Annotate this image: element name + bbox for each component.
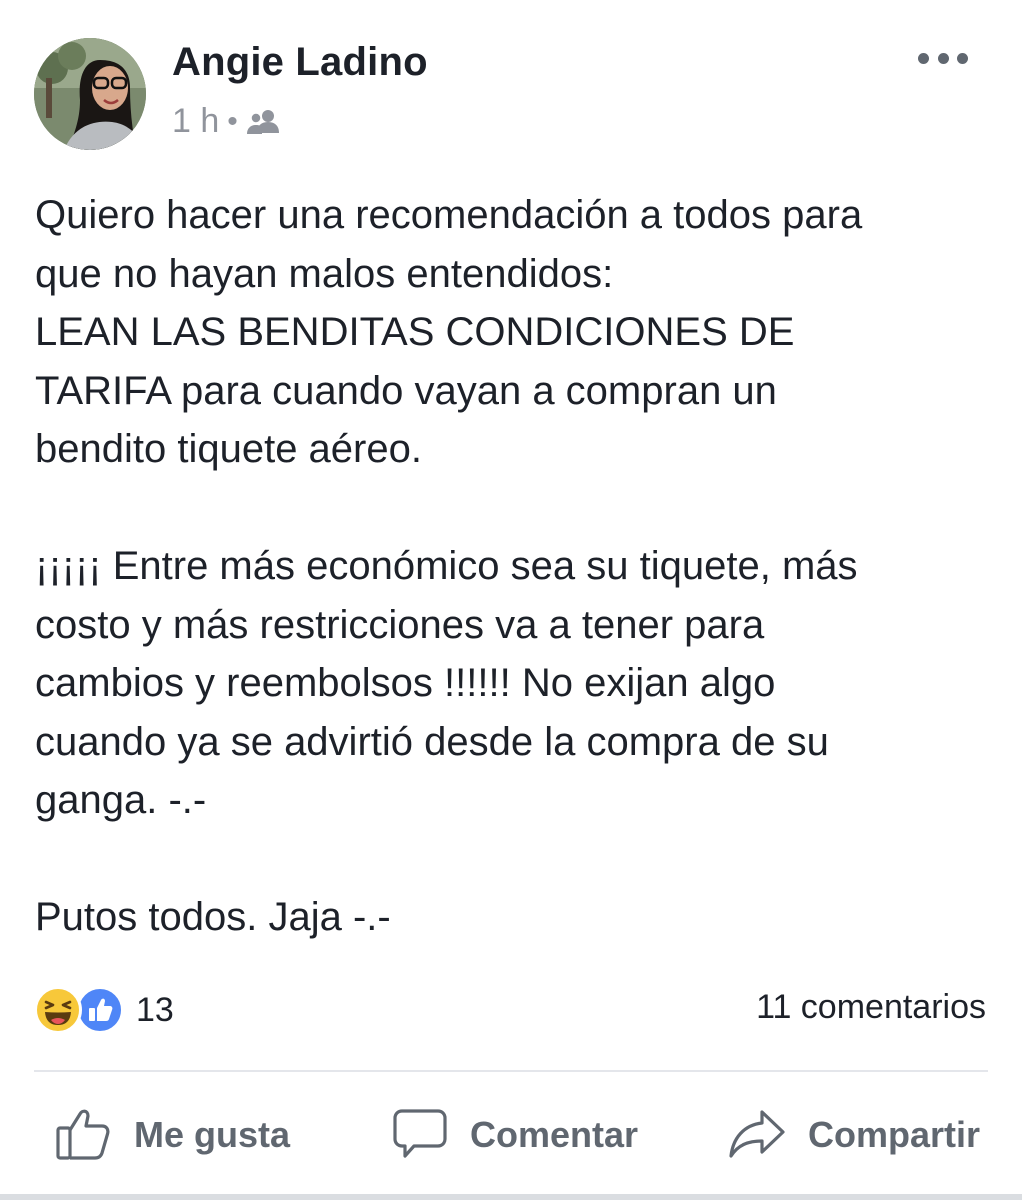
- post-paragraph: Quiero hacer una recomendación a todos p…: [35, 193, 863, 471]
- meta-separator: •: [227, 104, 238, 138]
- more-options-icon[interactable]: [918, 44, 968, 72]
- reactions-summary[interactable]: 13: [34, 986, 174, 1034]
- share-label: Compartir: [808, 1114, 981, 1155]
- reaction-count: 13: [136, 990, 174, 1029]
- author-name[interactable]: Angie Ladino: [172, 40, 428, 85]
- post-card: Angie Ladino 1 h • Quiero hacer una reco…: [0, 0, 1022, 1200]
- card-bottom-border: [0, 1194, 1022, 1200]
- thumbs-up-icon: [54, 1104, 112, 1167]
- friends-icon[interactable]: [244, 107, 284, 137]
- post-paragraph: ¡¡¡¡¡ Entre más económico sea su tiquete…: [35, 544, 858, 822]
- author-avatar[interactable]: [34, 38, 146, 150]
- comment-label: Comentar: [470, 1114, 639, 1155]
- more-dot: [957, 52, 968, 64]
- like-label: Me gusta: [134, 1114, 291, 1155]
- like-button[interactable]: Me gusta: [54, 1100, 290, 1170]
- post-meta: 1 h •: [172, 102, 284, 141]
- share-arrow-icon: [728, 1104, 786, 1167]
- more-dot: [937, 52, 949, 64]
- more-dot: [918, 52, 929, 64]
- post-timestamp[interactable]: 1 h: [172, 102, 219, 141]
- like-reaction-icon: [76, 986, 124, 1034]
- share-button[interactable]: Compartir: [728, 1100, 980, 1170]
- speech-bubble-icon: [392, 1105, 448, 1166]
- post-paragraph: Putos todos. Jaja -.-: [35, 895, 391, 939]
- comment-button[interactable]: Comentar: [392, 1100, 638, 1170]
- haha-reaction-icon: [34, 986, 82, 1034]
- divider: [34, 1070, 988, 1072]
- avatar-photo: [34, 38, 146, 150]
- comments-count[interactable]: 11 comentarios: [756, 988, 986, 1027]
- post-body: Quiero hacer una recomendación a todos p…: [35, 186, 995, 947]
- action-bar: Me gusta Comentar Compartir: [0, 1100, 1022, 1170]
